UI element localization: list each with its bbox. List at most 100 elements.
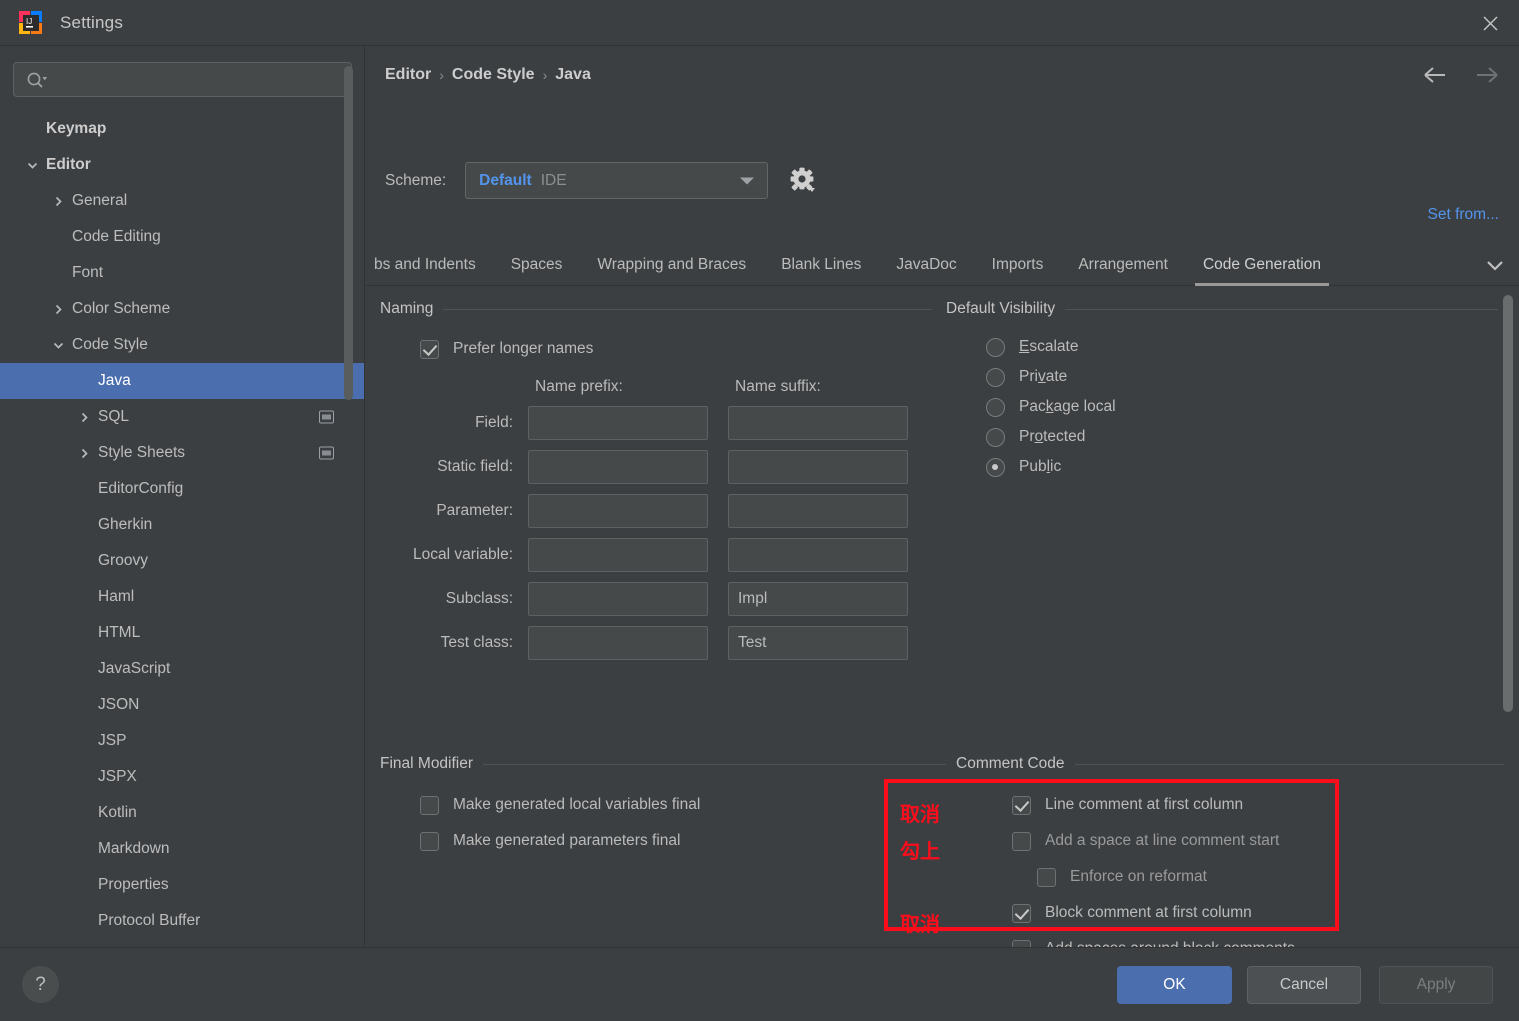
name-suffix-input[interactable]: [728, 450, 908, 484]
scheme-dropdown[interactable]: Default IDE: [465, 162, 769, 199]
name-suffix-input[interactable]: [728, 494, 908, 528]
cancel-button[interactable]: Cancel: [1247, 966, 1361, 1004]
panel-scrollbar[interactable]: [1503, 295, 1513, 712]
sidebar-item-protocol-buffer[interactable]: Protocol Buffer: [0, 903, 364, 939]
sidebar-item-jsp[interactable]: JSP: [0, 723, 364, 759]
checkbox[interactable]: [420, 795, 439, 815]
sidebar-item-label: JSON: [98, 696, 140, 713]
name-prefix-input[interactable]: [528, 450, 708, 484]
sidebar-item-properties[interactable]: Properties: [0, 867, 364, 903]
arrow-left-icon[interactable]: [1422, 64, 1448, 88]
default-visibility-section: Default Visibility Escalate Private Packag…: [946, 300, 1498, 482]
sidebar-item-style-sheets[interactable]: Style Sheets: [0, 435, 364, 471]
checkbox[interactable]: [420, 831, 439, 851]
name-prefix-input[interactable]: [528, 406, 708, 440]
prefer-longer-names-row[interactable]: Prefer longer names: [420, 334, 932, 364]
sidebar-item-haml[interactable]: Haml: [0, 579, 364, 615]
name-prefix-input[interactable]: [528, 582, 708, 616]
visibility-option-protected[interactable]: Protected: [986, 422, 1498, 452]
checkbox[interactable]: [1012, 903, 1031, 923]
name-prefix-input[interactable]: [528, 538, 708, 572]
sidebar-item-json[interactable]: JSON: [0, 687, 364, 723]
name-suffix-input[interactable]: Test: [728, 626, 908, 660]
chevron-right-icon[interactable]: [52, 303, 65, 316]
chevron-down-icon[interactable]: [1483, 255, 1507, 275]
comment-code-option-label: Block comment at first column: [1045, 904, 1252, 921]
sidebar-item-javascript[interactable]: JavaScript: [0, 651, 364, 687]
comment-code-option[interactable]: Line comment at first column: [1012, 787, 1504, 823]
sidebar-item-sql[interactable]: SQL: [0, 399, 364, 435]
tab-arrangement[interactable]: Arrangement: [1078, 256, 1168, 285]
chevron-down-icon[interactable]: [52, 339, 65, 352]
breadcrumb-item[interactable]: Editor: [385, 66, 431, 84]
arrow-right-icon[interactable]: [1474, 64, 1500, 88]
name-suffix-input[interactable]: Impl: [728, 582, 908, 616]
sidebar-item-html[interactable]: HTML: [0, 615, 364, 651]
comment-code-option[interactable]: Add a space at line comment start: [1012, 823, 1504, 859]
sidebar-item-markdown[interactable]: Markdown: [0, 831, 364, 867]
help-button[interactable]: ?: [22, 966, 59, 1003]
chevron-right-icon[interactable]: [78, 411, 91, 424]
sidebar-item-color-scheme[interactable]: Color Scheme: [0, 291, 364, 327]
visibility-option-private[interactable]: Private: [986, 362, 1498, 392]
sidebar-item-editor[interactable]: Editor: [0, 147, 364, 183]
tab-javadoc[interactable]: JavaDoc: [896, 256, 956, 285]
tab-blank-lines[interactable]: Blank Lines: [781, 256, 861, 285]
radio-button[interactable]: [986, 337, 1005, 357]
sidebar-item-kotlin[interactable]: Kotlin: [0, 795, 364, 831]
chevron-right-icon[interactable]: [52, 195, 65, 208]
radio-button[interactable]: [986, 427, 1005, 447]
close-icon[interactable]: [1475, 8, 1505, 38]
sidebar-item-code-editing[interactable]: Code Editing: [0, 219, 364, 255]
scheme-label: Scheme:: [385, 171, 447, 189]
search-input[interactable]: [13, 62, 352, 97]
visibility-option-label: Protected: [1019, 428, 1086, 445]
radio-button[interactable]: [986, 367, 1005, 387]
visibility-option-package-local[interactable]: Package local: [986, 392, 1498, 422]
tab-code-generation[interactable]: Code Generation: [1194, 256, 1330, 286]
visibility-option-public[interactable]: Public: [986, 452, 1498, 482]
scheme-value: Default: [479, 171, 532, 189]
radio-button[interactable]: [986, 397, 1005, 417]
sidebar-item-groovy[interactable]: Groovy: [0, 543, 364, 579]
breadcrumb-item[interactable]: Code Style: [452, 66, 535, 84]
tab-bs-and-indents[interactable]: bs and Indents: [374, 256, 476, 285]
checkbox[interactable]: [1037, 867, 1056, 887]
sidebar-scrollbar[interactable]: [344, 66, 353, 400]
name-suffix-input[interactable]: [728, 538, 908, 572]
visibility-option-escalate[interactable]: Escalate: [986, 332, 1498, 362]
name-prefix-input[interactable]: [528, 494, 708, 528]
set-from-link[interactable]: Set from...: [1428, 206, 1500, 224]
final-modifier-option[interactable]: Make generated local variables final: [420, 787, 932, 823]
final-modifier-option[interactable]: Make generated parameters final: [420, 823, 932, 859]
chevron-right-icon[interactable]: [78, 447, 91, 460]
tab-spaces[interactable]: Spaces: [511, 256, 563, 285]
sidebar-item-editorconfig[interactable]: EditorConfig: [0, 471, 364, 507]
sidebar-item-general[interactable]: General: [0, 183, 364, 219]
sidebar-item-label: EditorConfig: [98, 480, 184, 497]
sidebar-item-code-style[interactable]: Code Style: [0, 327, 364, 363]
sidebar-item-gherkin[interactable]: Gherkin: [0, 507, 364, 543]
tab-imports[interactable]: Imports: [992, 256, 1044, 285]
comment-code-option[interactable]: Enforce on reformat: [1037, 859, 1504, 895]
chevron-down-icon[interactable]: [26, 159, 39, 172]
name-suffix-input[interactable]: [728, 406, 908, 440]
checkbox[interactable]: [1012, 831, 1031, 851]
apply-button[interactable]: Apply: [1379, 966, 1493, 1004]
comment-code-option[interactable]: Block comment at first column: [1012, 895, 1504, 931]
sidebar-item-label: JavaScript: [98, 660, 171, 677]
ok-button[interactable]: OK: [1117, 966, 1232, 1004]
sidebar-item-jspx[interactable]: JSPX: [0, 759, 364, 795]
checkbox[interactable]: [1012, 795, 1031, 815]
sidebar-item-font[interactable]: Font: [0, 255, 364, 291]
sidebar-item-java[interactable]: Java: [0, 363, 364, 399]
prefer-longer-names-checkbox[interactable]: [420, 339, 439, 359]
sidebar-item-keymap[interactable]: Keymap: [0, 111, 364, 147]
tab-wrapping-and-braces[interactable]: Wrapping and Braces: [597, 256, 746, 285]
gear-icon[interactable]: [788, 166, 818, 196]
comment-code-option-label: Enforce on reformat: [1070, 868, 1207, 885]
name-prefix-input[interactable]: [528, 626, 708, 660]
sidebar-item-label: Groovy: [98, 552, 148, 569]
radio-button[interactable]: [986, 457, 1005, 477]
